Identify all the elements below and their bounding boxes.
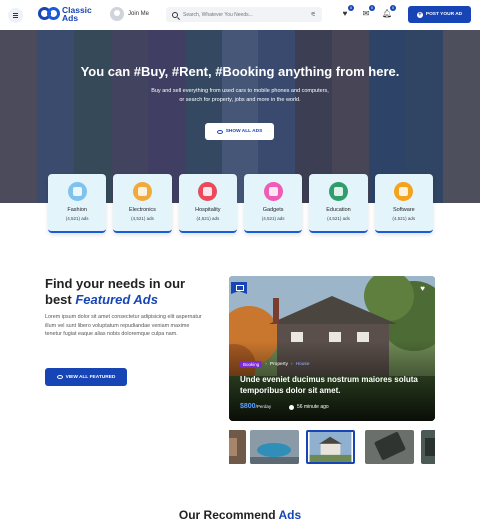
category-count: (4,521) ads <box>65 216 89 221</box>
logo-mark-icon <box>38 6 60 22</box>
category-card-gadgets[interactable]: Gadgets (4,521) ads <box>243 174 303 233</box>
thumbnail-item[interactable] <box>365 430 414 464</box>
plus-icon: + <box>416 11 423 18</box>
search-icon <box>172 11 178 18</box>
category-card-education[interactable]: Education (4,521) ads <box>309 174 368 233</box>
featured-heading-highlight: Featured Ads <box>75 292 158 307</box>
logo-line2: Ads <box>62 13 79 23</box>
category-card-electronics[interactable]: Electronics (4,521) ads <box>113 174 172 233</box>
eye-icon <box>216 129 223 134</box>
logo-text: Classic Ads <box>62 6 92 23</box>
thumbnail-item[interactable] <box>229 430 246 464</box>
category-count: (4,521) ads <box>196 216 220 221</box>
hamburger-icon <box>13 15 18 16</box>
post-ad-label: POST YOUR AD <box>425 12 463 17</box>
category-count: (4,521) ads <box>131 216 154 221</box>
messages-icon[interactable]: ✉ 0 <box>361 5 375 19</box>
price-unit: /Perday <box>255 404 272 409</box>
wishlist-icon[interactable]: ♥ 0 <box>340 5 354 19</box>
category-list: Fashion (4,521) ads Electronics (4,521) … <box>48 174 433 234</box>
category-count: (4,521) ads <box>392 216 416 221</box>
eye-icon <box>56 375 63 379</box>
recommend-highlight: Ads <box>278 508 302 520</box>
booking-tag[interactable]: Booking <box>240 361 263 368</box>
category-card-software[interactable]: Software (4,521) ads <box>374 174 433 233</box>
featured-heading: Find your needs in our best Featured Ads <box>45 276 185 308</box>
card-title[interactable]: Unde eveniet ducimus nostrum maiores sol… <box>240 374 430 396</box>
price-value: $800 <box>240 403 256 410</box>
show-all-label: SHOW ALL ADS <box>225 129 263 134</box>
card-category[interactable]: Property <box>270 362 288 367</box>
search-bar: ⚟ <box>166 7 322 22</box>
search-input[interactable] <box>183 11 303 18</box>
view-all-featured-button[interactable]: VIEW ALL FEATURED <box>45 368 127 386</box>
avatar <box>110 7 124 21</box>
hero-subtitle: Buy and sell everything from used cars t… <box>151 88 329 103</box>
post-ad-button[interactable]: + POST YOUR AD <box>408 6 471 23</box>
hero-title: You can #Buy, #Rent, #Booking anything f… <box>80 64 400 79</box>
card-tags: Booking › Property › House <box>240 361 310 368</box>
featured-heading-line1: Find your needs in our <box>45 276 186 291</box>
wishlist-badge: 0 <box>348 5 354 11</box>
education-icon <box>328 182 348 201</box>
category-name: Education <box>326 207 351 213</box>
featured-description: Lorem ipsum dolor sit amet consectetur a… <box>45 314 202 337</box>
join-label: Join Me <box>128 11 150 17</box>
join-me-link[interactable]: Join Me <box>110 7 149 21</box>
category-name: Software <box>392 207 415 213</box>
filter-icon[interactable]: ⚟ <box>311 11 316 18</box>
category-card-hospitality[interactable]: Hospitality (4,521) ads <box>178 174 237 233</box>
thumbnail-item-active[interactable] <box>306 430 355 464</box>
gadgets-icon <box>263 182 283 201</box>
menu-button[interactable] <box>8 8 23 23</box>
electronics-icon <box>132 182 152 201</box>
category-name: Gadgets <box>262 207 284 213</box>
category-name: Fashion <box>67 207 87 213</box>
category-card-fashion[interactable]: Fashion (4,521) ads <box>48 174 107 233</box>
category-name: Electronics <box>129 207 156 213</box>
featured-heading-prefix: best <box>45 292 72 307</box>
view-featured-label: VIEW ALL FEATURED <box>65 374 116 380</box>
logo[interactable]: Classic Ads <box>38 6 92 22</box>
category-name: Hospitality <box>195 207 221 213</box>
recommend-prefix: Our Recommend <box>178 508 276 520</box>
top-header: Classic Ads Join Me ⚟ ♥0 ✉0 🔔︎0 +POST YO… <box>0 0 480 30</box>
fashion-icon <box>67 182 87 201</box>
messages-badge: 0 <box>369 5 375 11</box>
thumbnail-item[interactable] <box>421 430 435 464</box>
category-count: (4,521) ads <box>261 216 285 221</box>
time-label: 56 minute ago <box>297 404 329 410</box>
notification-bell-icon[interactable]: 🔔︎ 0 <box>382 5 396 19</box>
thumbnail-item[interactable] <box>250 430 299 464</box>
recommend-heading: Our Recommend Ads <box>0 508 480 520</box>
thumbnail-strip <box>229 430 435 464</box>
favorite-heart-icon[interactable]: ♥ <box>420 284 425 293</box>
show-all-ads-button[interactable]: SHOW ALL ADS <box>205 123 274 140</box>
card-price: $800/Perday <box>240 403 271 410</box>
card-time: 56 minute ago <box>289 404 329 410</box>
software-icon <box>394 182 414 201</box>
category-count: (4,521) ads <box>327 216 350 221</box>
notifications-badge: 0 <box>390 5 396 11</box>
featured-ad-card[interactable]: ♥ Booking › Property › House Unde evenie… <box>229 276 435 421</box>
hospitality-icon <box>198 182 218 201</box>
clock-icon <box>289 404 294 410</box>
card-subcategory[interactable]: House <box>296 362 310 367</box>
